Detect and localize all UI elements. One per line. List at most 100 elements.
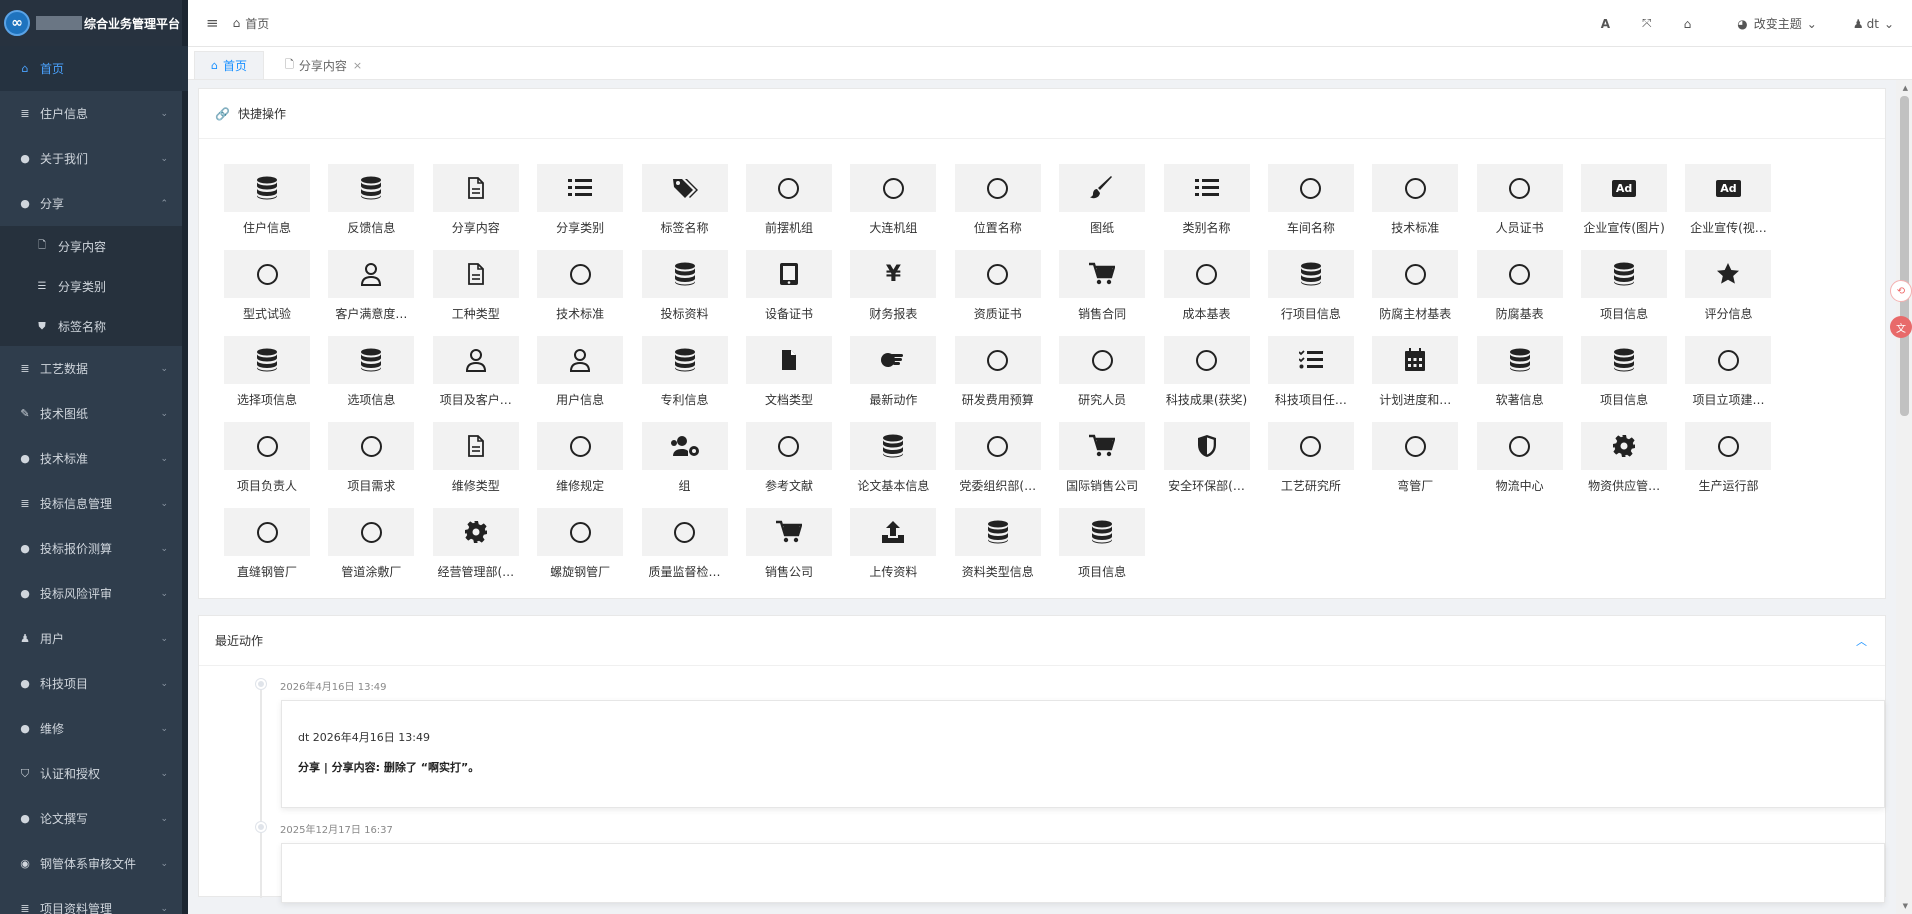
checklist-icon[interactable] [1267,336,1354,384]
list-icon[interactable] [1163,164,1250,212]
sidebar-item[interactable]: ● 投标风险评审 ⌄ [0,571,188,616]
circle-icon[interactable] [1685,422,1772,470]
quick-action-item[interactable]: 技术标准 [1371,164,1459,236]
sidebar-subitem[interactable]: 🗋 分享内容 [0,226,188,266]
users-cog-icon[interactable] [641,422,728,470]
circle-icon[interactable] [1476,422,1563,470]
circle-icon[interactable] [537,508,624,556]
quick-action-item[interactable]: 工种类型 [432,250,520,322]
sidebar-item[interactable]: ✎ 技术图纸 ⌄ [0,391,188,436]
circle-icon[interactable] [1267,164,1354,212]
shield-icon[interactable] [1163,422,1250,470]
database-icon[interactable] [328,164,415,212]
quick-action-item[interactable]: 维修规定 [536,422,624,494]
ad-icon[interactable]: Ad [1581,164,1668,212]
list-icon[interactable] [537,164,624,212]
circle-icon[interactable] [1372,422,1459,470]
quick-action-item[interactable]: 位置名称 [954,164,1042,236]
database-icon[interactable] [1059,508,1146,556]
menu-toggle-icon[interactable]: ≡ [206,14,219,32]
database-icon[interactable] [328,336,415,384]
quick-action-item[interactable]: 客户满意度… [327,250,415,322]
circle-icon[interactable] [1163,336,1250,384]
circle-icon[interactable] [1372,250,1459,298]
quick-action-item[interactable]: 论文基本信息 [849,422,937,494]
quick-action-item[interactable]: 项目信息 [1580,250,1668,322]
circle-icon[interactable] [1476,250,1563,298]
quick-action-item[interactable]: 车间名称 [1267,164,1355,236]
circle-icon[interactable] [328,422,415,470]
quick-action-item[interactable]: 计划进度和… [1371,336,1459,408]
circle-icon[interactable] [1267,422,1354,470]
file-icon[interactable] [432,250,519,298]
quick-action-item[interactable]: 项目及客户… [432,336,520,408]
circle-icon[interactable] [850,164,937,212]
star-icon[interactable] [1685,250,1772,298]
user-icon[interactable] [328,250,415,298]
circle-icon[interactable] [745,164,832,212]
quick-action-item[interactable]: 人员证书 [1476,164,1564,236]
sidebar-item[interactable]: ● 投标报价测算 ⌄ [0,526,188,571]
quick-action-item[interactable]: 资料类型信息 [954,508,1042,580]
quick-action-item[interactable]: 项目信息 [1580,336,1668,408]
quick-action-item[interactable]: 用户信息 [536,336,624,408]
database-icon[interactable] [224,164,310,212]
quick-action-item[interactable]: 软著信息 [1476,336,1564,408]
sidebar-item[interactable]: ● 关于我们 ⌄ [0,136,188,181]
circle-icon[interactable] [954,422,1041,470]
gear-icon[interactable] [1581,422,1668,470]
database-icon[interactable] [1581,336,1668,384]
quick-action-item[interactable]: 标签名称 [641,164,729,236]
scrollbar-thumb[interactable] [1900,96,1909,416]
database-icon[interactable] [1267,250,1354,298]
quick-action-item[interactable]: 经营管理部(… [432,508,520,580]
tablet-icon[interactable] [745,250,832,298]
user-icon[interactable] [537,336,624,384]
quick-action-item[interactable]: 研究人员 [1058,336,1146,408]
circle-icon[interactable] [641,508,728,556]
circle-icon[interactable] [1685,336,1772,384]
file-solid-icon[interactable] [745,336,832,384]
hand-icon[interactable] [850,336,937,384]
quick-action-item[interactable]: 科技成果(获奖) [1163,336,1251,408]
quick-action-item[interactable]: 生产运行部 [1684,422,1772,494]
change-theme-button[interactable]: ◕ 改变主题 ⌄ [1737,15,1817,32]
quick-action-item[interactable]: 住户信息 [223,164,311,236]
gear-icon[interactable] [432,508,519,556]
quick-action-item[interactable]: 反馈信息 [327,164,415,236]
translate-icon[interactable]: 文 [1890,316,1912,338]
database-icon[interactable] [954,508,1041,556]
quick-action-item[interactable]: 防腐基表 [1476,250,1564,322]
quick-action-item[interactable]: 项目需求 [327,422,415,494]
circle-icon[interactable] [954,336,1041,384]
quick-action-item[interactable]: 最新动作 [849,336,937,408]
sidebar-item[interactable]: ≣ 住户信息 ⌄ [0,91,188,136]
close-icon[interactable]: × [353,59,362,72]
quick-action-item[interactable]: 项目负责人 [223,422,311,494]
quick-action-item[interactable]: 物资供应管… [1580,422,1668,494]
scroll-down-icon[interactable]: ▼ [1903,902,1908,910]
cart-icon[interactable] [745,508,832,556]
brand[interactable]: ∞ 综合业务管理平台 [0,0,188,46]
quick-action-item[interactable]: 设备证书 [745,250,833,322]
brush-icon[interactable] [1059,164,1146,212]
quick-action-item[interactable]: 项目立项建… [1684,336,1772,408]
quick-action-item[interactable]: 管道涂敷厂 [327,508,415,580]
circle-icon[interactable] [1372,164,1459,212]
sidebar-item[interactable]: ● 论文撰写 ⌄ [0,796,188,841]
quick-action-item[interactable]: 评分信息 [1684,250,1772,322]
quick-action-item[interactable]: 行项目信息 [1267,250,1355,322]
quick-action-item[interactable]: Ad 企业宣传(图片) [1580,164,1668,236]
quick-action-item[interactable]: 质量监督检… [641,508,729,580]
home-icon[interactable]: ⌂ [1684,17,1692,31]
quick-action-item[interactable]: 销售合同 [1058,250,1146,322]
tags-icon[interactable] [641,164,728,212]
quick-action-item[interactable]: 螺旋钢管厂 [536,508,624,580]
quick-action-item[interactable]: 专利信息 [641,336,729,408]
quick-action-item[interactable]: Ad 企业宣传(视… [1684,164,1772,236]
chevron-up-icon[interactable]: ︿ [1856,633,1867,649]
sidebar-item[interactable]: ● 维修 ⌄ [0,706,188,751]
quick-action-item[interactable]: 成本基表 [1163,250,1251,322]
database-icon[interactable] [641,336,728,384]
quick-action-item[interactable]: 文档类型 [745,336,833,408]
